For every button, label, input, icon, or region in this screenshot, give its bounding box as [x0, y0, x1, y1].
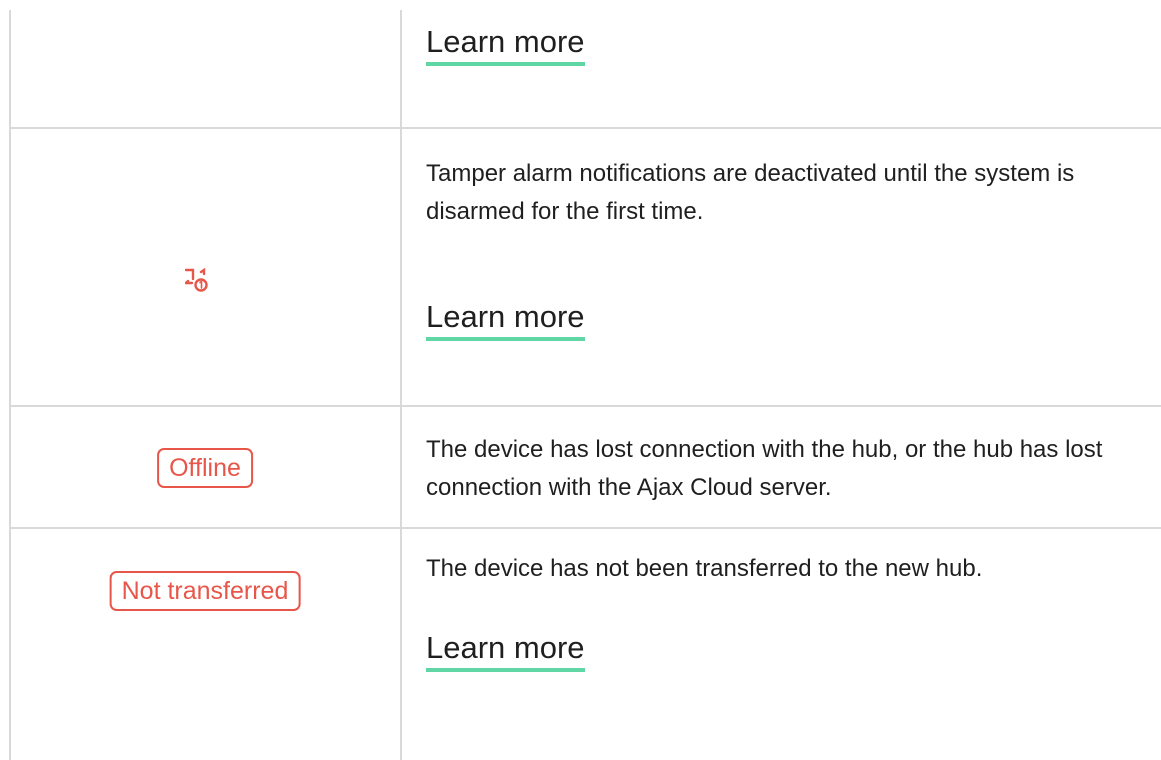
status-description: The device has not been transferred to t… [426, 555, 983, 582]
table-left-border [9, 10, 11, 760]
status-description: Tamper alarm notifications are deactivat… [426, 160, 1075, 225]
learn-more-link[interactable]: Learn more [426, 299, 585, 341]
learn-more-link[interactable]: Learn more [426, 24, 585, 66]
learn-more-link[interactable]: Learn more [426, 630, 585, 672]
row-divider [9, 527, 1161, 529]
row-divider [9, 127, 1161, 129]
status-badge-not-transferred: Not transferred [109, 571, 301, 611]
status-table: Learn more Tamper alarm notifications ar… [0, 0, 1161, 760]
status-description: The device has lost connection with the … [426, 436, 1103, 501]
tamper-delay-icon [184, 267, 229, 300]
row-divider [9, 405, 1161, 407]
status-badge-offline: Offline [157, 448, 253, 488]
table-column-divider [400, 10, 402, 760]
